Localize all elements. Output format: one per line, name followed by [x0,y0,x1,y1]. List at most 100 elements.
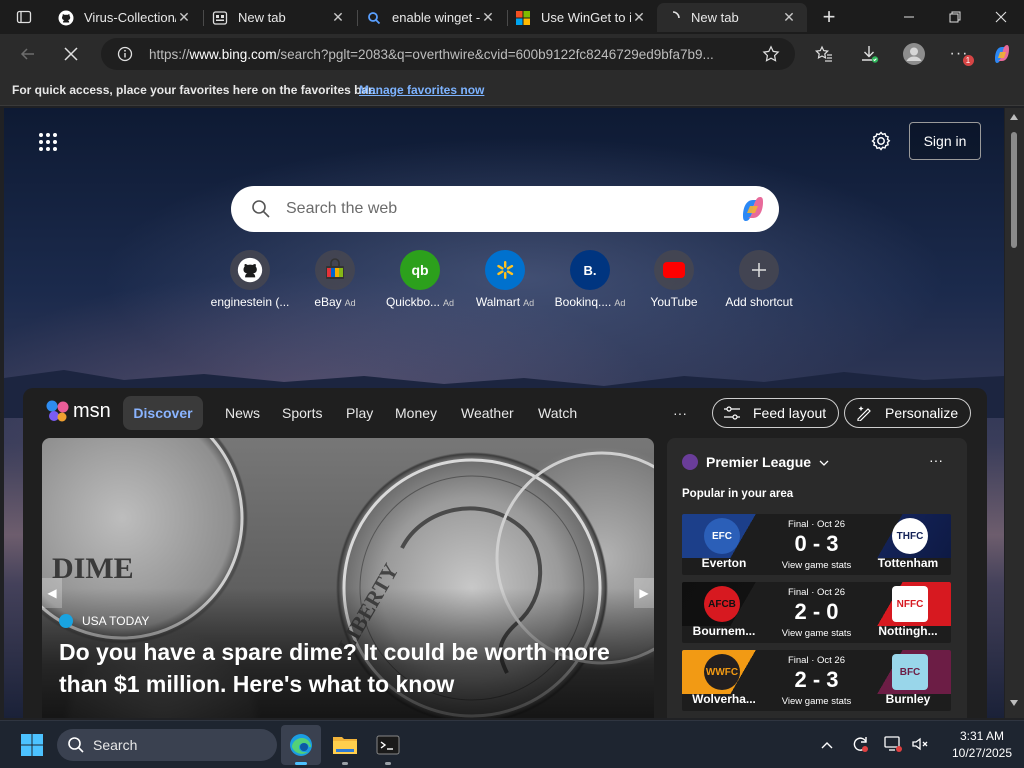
web-search-box[interactable]: Search the web [231,186,779,232]
close-tab-icon[interactable]: ✕ [631,9,647,26]
quick-link-ebay[interactable]: eBay Ad [292,250,378,309]
match-score: 2 - 3 [794,667,839,692]
taskbar-search-box[interactable]: Search [57,729,277,761]
volume-muted-icon[interactable] [910,734,930,759]
scrollbar-thumb[interactable] [1011,132,1017,248]
start-button-windows-icon[interactable] [12,725,52,765]
url-host: www.bing.com [189,47,277,62]
tab-news[interactable]: News [225,405,260,421]
manage-favorites-link[interactable]: Manage favorites now [359,83,484,97]
home-team-name: Everton [701,556,747,570]
sync-status-icon[interactable] [850,734,870,759]
carousel-prev-icon[interactable]: ◀ [42,578,62,608]
tab-use-winget[interactable]: Use WinGet to in ✕ [507,3,657,32]
close-tab-icon[interactable]: ✕ [480,9,496,26]
personalize-button[interactable]: Personalize [844,398,972,428]
booking-icon: B. [570,250,610,290]
profile-avatar[interactable] [898,38,930,70]
close-tab-icon[interactable]: ✕ [330,9,346,26]
svg-text:DIME: DIME [52,552,134,585]
tab-actions-icon[interactable] [8,1,40,33]
favorites-bar: For quick access, place your favorites h… [0,74,1024,106]
favorite-star-icon[interactable] [755,38,787,70]
hero-article-card[interactable]: DIME LIBERTY ◀ ▶ USA TODAY Do you have a… [42,438,654,718]
tab-title: enable winget - S [392,10,480,25]
quick-link-booking[interactable]: B. Bookinq.... Ad [547,250,633,309]
favorites-icon[interactable] [808,38,840,70]
downloads-icon[interactable] [853,38,885,70]
active-app-indicator [295,762,307,765]
copilot-search-icon[interactable] [739,196,767,227]
match-row[interactable]: AFCB NFFC Final · Oct 26 2 - 0 View game… [682,582,951,643]
apps-launcher-icon[interactable] [38,132,58,152]
tab-watch[interactable]: Watch [538,405,577,421]
tab-weather[interactable]: Weather [461,405,514,421]
msn-logo[interactable]: msn [45,396,111,426]
file-explorer-icon[interactable] [325,725,365,765]
search-icon [67,736,85,759]
loading-icon [665,10,681,26]
carousel-next-icon[interactable]: ▶ [634,578,654,608]
sparkle-edit-icon [857,406,871,421]
minimize-window-icon[interactable] [886,0,932,34]
more-menu-icon[interactable]: ··· 1 [943,38,975,70]
msn-brand: msn [73,399,111,422]
tab-new-tab-active[interactable]: New tab ✕ [657,3,807,32]
site-info-icon[interactable] [109,38,141,70]
edge-taskbar-icon[interactable] [281,725,321,765]
premier-league-header[interactable]: Premier League [682,454,829,470]
show-hidden-icons-chevron-up-icon[interactable] [820,737,834,755]
scroll-down-arrow-icon[interactable] [1010,700,1018,706]
match-score: 0 - 3 [794,531,839,556]
feed-more-menu[interactable]: ··· [673,405,687,421]
ad-badge: Ad [614,298,626,308]
url-path: /search?pglt=2083&q=overthwire&cvid=600b… [276,47,714,62]
copilot-icon[interactable] [986,38,1018,70]
match-row[interactable]: WWFC BFC Final · Oct 26 2 - 3 View game … [682,650,951,711]
sliders-icon [724,406,740,420]
url-text[interactable]: https://www.bing.com/search?pglt=2083&q=… [149,47,749,62]
page-scrollbar[interactable] [1005,108,1024,718]
settings-gear-icon[interactable] [870,130,892,152]
feed-layout-button[interactable]: Feed layout [712,398,840,428]
tab-money[interactable]: Money [395,405,437,421]
back-arrow-icon[interactable] [12,38,44,70]
tab-new-tab-1[interactable]: New tab ✕ [204,3,356,32]
tab-discover[interactable]: Discover [123,396,203,430]
quick-link-youtube[interactable]: YouTube [631,250,717,309]
quick-link-label: eBay [314,295,342,309]
scroll-up-arrow-icon[interactable] [1010,114,1018,120]
card-more-menu[interactable]: ··· [929,452,943,468]
msn-butterfly-icon [46,400,69,422]
tab-play[interactable]: Play [346,405,373,421]
taskbar-search-label: Search [93,737,138,753]
quick-link-github[interactable]: enginestein (... [207,250,293,309]
quick-link-quickbooks[interactable]: qb Quickbo... Ad [377,250,463,309]
tab-virus-collection[interactable]: Virus-Collection/ ✕ [50,3,202,32]
restore-window-icon[interactable] [932,0,978,34]
match-row[interactable]: EFC THFC Final · Oct 26 0 - 3 View game … [682,514,951,575]
add-shortcut-button[interactable]: Add shortcut [716,250,802,309]
tab-sports[interactable]: Sports [282,405,322,421]
stop-loading-icon[interactable] [55,38,87,70]
taskbar-clock[interactable]: 3:31 AM 10/27/2025 [944,729,1020,760]
close-window-icon[interactable] [978,0,1024,34]
ebay-bag-icon [315,250,355,290]
search-icon [251,199,271,224]
terminal-icon[interactable] [368,725,408,765]
favorites-bar-message: For quick access, place your favorites h… [12,83,376,97]
address-bar[interactable]: https://www.bing.com/search?pglt=2083&q=… [101,38,795,70]
ad-badge: Ad [523,298,535,308]
tab-enable-winget[interactable]: enable winget - S ✕ [358,3,506,32]
youtube-icon [654,250,694,290]
sign-in-button[interactable]: Sign in [909,122,981,160]
source-name: USA TODAY [82,614,150,628]
new-tab-plus-icon[interactable]: + [813,1,845,33]
premier-league-card: Premier League ··· Popular in your area … [667,438,967,718]
article-headline[interactable]: Do you have a spare dime? It could be wo… [59,636,639,700]
display-network-icon[interactable] [883,734,903,759]
close-tab-icon[interactable]: ✕ [176,9,192,26]
close-tab-icon[interactable]: ✕ [781,9,797,26]
quick-link-walmart[interactable]: Walmart Ad [462,250,548,309]
premier-league-lion-icon [682,454,698,470]
